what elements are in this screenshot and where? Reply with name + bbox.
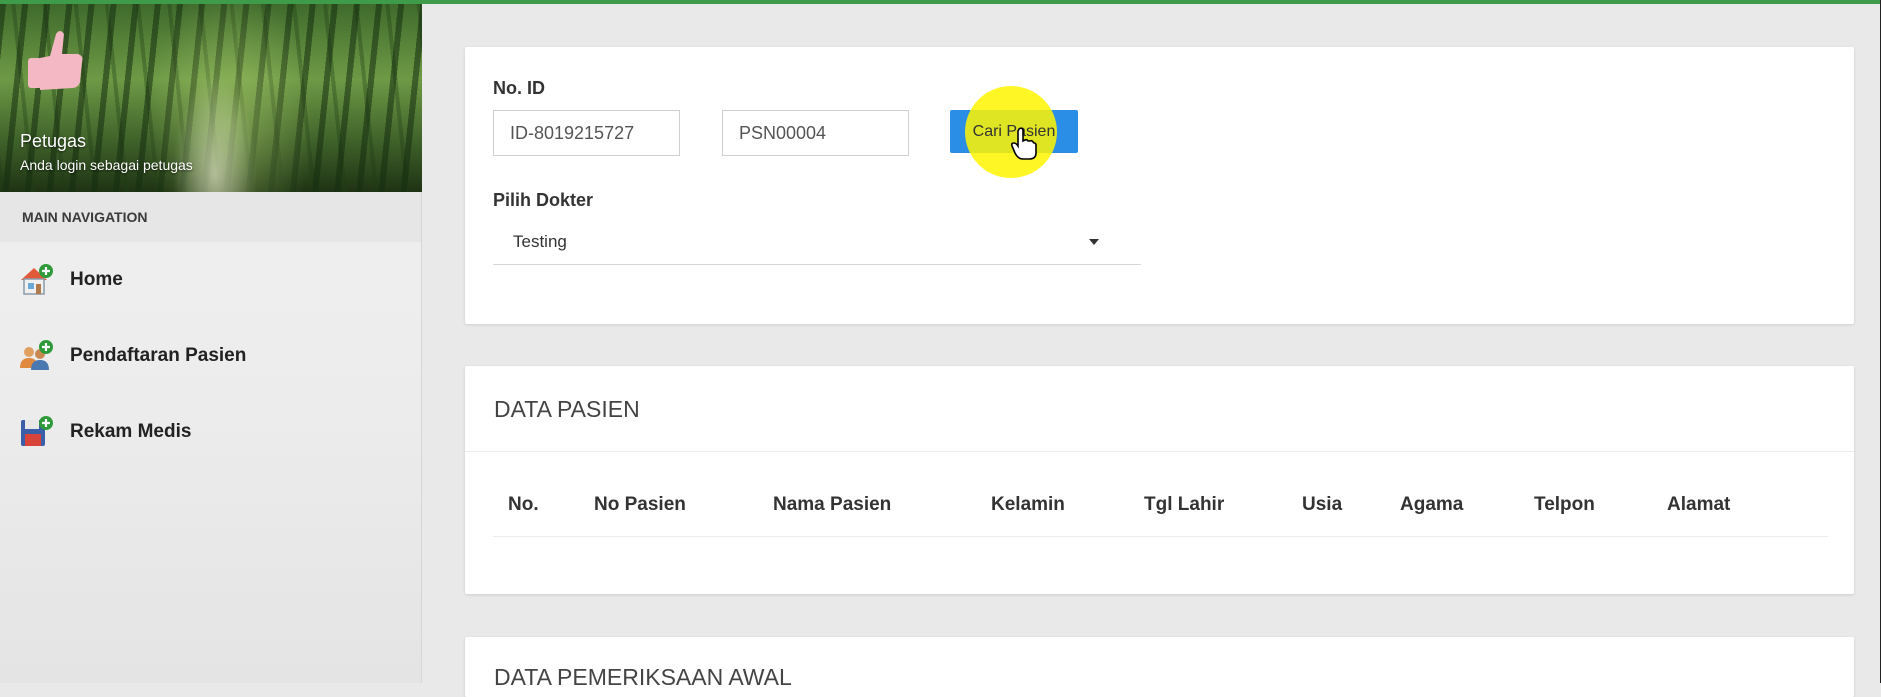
nav-header: MAIN NAVIGATION bbox=[0, 192, 421, 242]
patient-number-input[interactable] bbox=[722, 110, 909, 156]
column-header: Alamat bbox=[1667, 494, 1731, 515]
search-card: No. ID Cari Pasien Pilih Dokter Testing bbox=[465, 47, 1854, 324]
doctor-select[interactable]: Testing bbox=[493, 219, 1141, 265]
card-title: DATA PEMERIKSAAN AWAL bbox=[494, 664, 792, 690]
column-header: Tgl Lahir bbox=[1144, 494, 1225, 515]
table-header: No. No Pasien Nama Pasien Kelamin Tgl La… bbox=[465, 494, 1854, 516]
column-header: No Pasien bbox=[594, 494, 686, 515]
divider bbox=[465, 451, 1854, 452]
column-header: Telpon bbox=[1534, 494, 1595, 515]
card-title: DATA PASIEN bbox=[494, 396, 640, 422]
user-role: Anda login sebagai petugas bbox=[20, 157, 193, 173]
sidebar: Petugas Anda login sebagai petugas MAIN … bbox=[0, 4, 422, 683]
id-input[interactable] bbox=[493, 110, 680, 156]
sidebar-item-rekam-medis[interactable]: Rekam Medis bbox=[0, 394, 421, 470]
search-patient-button[interactable] bbox=[950, 110, 1078, 153]
caret-down-icon bbox=[1089, 239, 1099, 245]
id-label: No. ID bbox=[493, 78, 545, 98]
column-header: Usia bbox=[1302, 494, 1343, 515]
column-header: Agama bbox=[1400, 494, 1464, 515]
column-header: Nama Pasien bbox=[773, 494, 892, 515]
table-divider bbox=[493, 536, 1828, 537]
home-add-icon bbox=[21, 264, 53, 295]
sidebar-item-label: Rekam Medis bbox=[70, 421, 192, 442]
column-header: No. bbox=[508, 494, 539, 515]
users-add-icon bbox=[20, 340, 53, 370]
avatar bbox=[28, 31, 83, 90]
sidebar-item-label: Pendaftaran Pasien bbox=[70, 345, 247, 366]
save-add-icon bbox=[21, 416, 53, 446]
sidebar-item-home[interactable]: Home bbox=[0, 242, 421, 318]
doctor-select-value: Testing bbox=[513, 231, 567, 251]
user-name: Petugas bbox=[20, 131, 87, 151]
data-pemeriksaan-awal-card: DATA PEMERIKSAAN AWAL bbox=[465, 637, 1854, 697]
data-pasien-card: DATA PASIEN No. No Pasien Nama Pasien Ke… bbox=[465, 366, 1854, 594]
user-panel: Petugas Anda login sebagai petugas bbox=[0, 4, 422, 192]
doctor-label: Pilih Dokter bbox=[493, 190, 594, 210]
sidebar-item-label: Home bbox=[70, 269, 123, 290]
sidebar-item-pendaftaran-pasien[interactable]: Pendaftaran Pasien bbox=[0, 318, 421, 394]
column-header: Kelamin bbox=[991, 494, 1065, 515]
